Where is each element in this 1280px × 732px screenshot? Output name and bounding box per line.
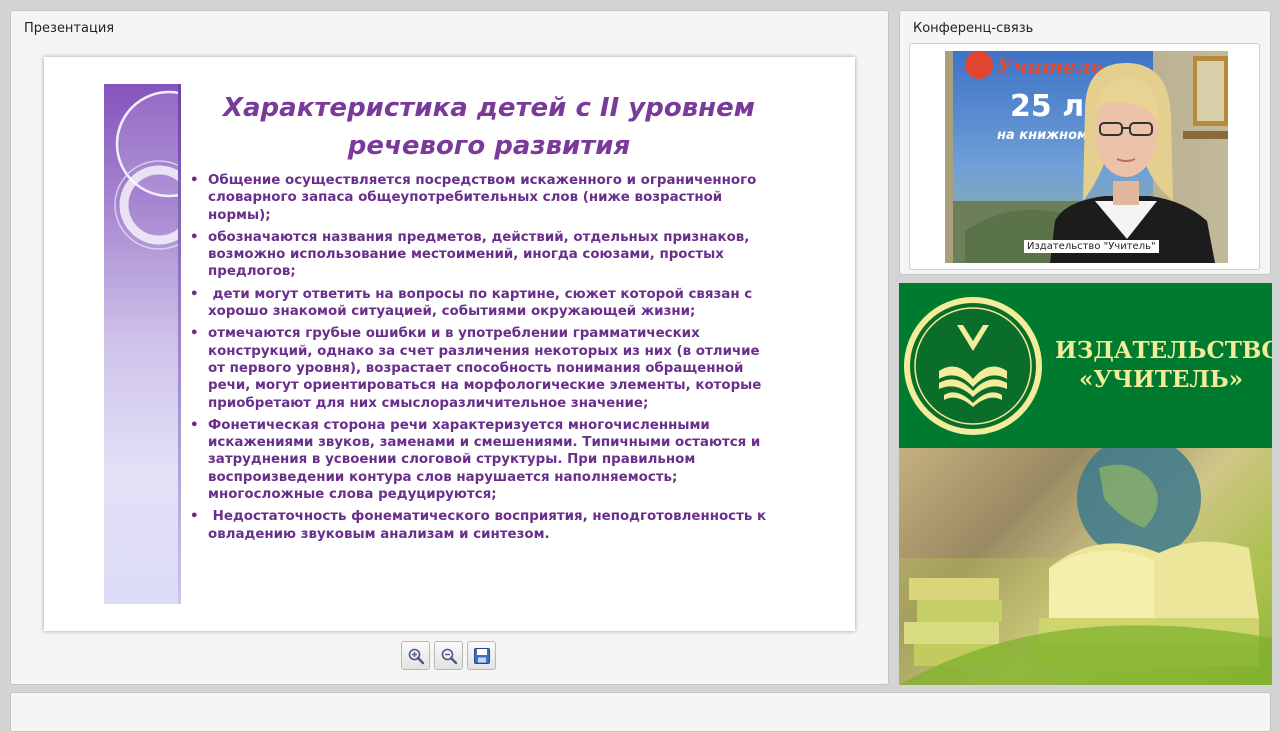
bullet-text: Недостаточность фонематического восприят… [208, 509, 771, 542]
bullet-item: • обозначаются названия предметов, действ… [190, 229, 780, 281]
book-logo-icon [904, 297, 1042, 435]
bullet-dot: • [190, 286, 199, 302]
zoom-out-button[interactable] [434, 641, 463, 670]
slide-stripe-edge [178, 84, 181, 604]
conference-video-container: Учитель 25 ле на книжном ро Издательство… [909, 43, 1260, 270]
presentation-slide: Характеристика детей с II уровнем речево… [44, 57, 855, 631]
slide-bullet-list: • Общение осуществляется посредством иска… [190, 172, 780, 548]
publisher-name-line2: «УЧИТЕЛЬ» [1078, 366, 1244, 393]
publisher-banner: ИЗДАТЕЛЬСТВО «УЧИТЕЛЬ» [899, 283, 1272, 685]
video-feed: Учитель 25 ле на книжном ро Издательство… [945, 51, 1228, 263]
conference-panel-title: Конференц-связь [913, 21, 1034, 36]
poster-brand-text: Учитель [997, 54, 1104, 78]
presentation-panel: Презентация Характеристика детей с II ур… [10, 10, 889, 685]
bullet-item: • дети могут ответить на вопросы по карт… [190, 286, 780, 321]
save-icon [473, 647, 490, 664]
bullet-text: отмечаются грубые ошибки и в употреблени… [208, 326, 762, 411]
zoom-in-icon [408, 648, 424, 664]
bottom-panel [10, 692, 1271, 732]
bullet-text: обозначаются названия предметов, действи… [208, 229, 750, 280]
decorative-circles-graphic [114, 90, 180, 250]
video-participant-label: Издательство "Учитель" [1024, 240, 1159, 253]
slide-decorative-stripe [104, 84, 180, 604]
video-frame-graphic: Учитель 25 ле на книжном ро [945, 51, 1228, 263]
books-and-globe-illustration [899, 436, 1272, 685]
bullet-dot: • [190, 173, 199, 188]
publisher-banner-header: ИЗДАТЕЛЬСТВО «УЧИТЕЛЬ» [899, 283, 1272, 448]
bullet-item: • Фонетическая сторона речи характеризует… [190, 417, 780, 503]
zoom-out-icon [441, 648, 457, 664]
presentation-panel-title: Презентация [24, 21, 115, 36]
publisher-name-line1: ИЗДАТЕЛЬСТВО [1055, 337, 1272, 364]
slide-title: Характеристика детей с II уровнем речево… [222, 93, 756, 161]
bullet-text: Общение осуществляется посредством искаж… [208, 173, 757, 223]
bullet-dot: • [190, 417, 199, 433]
bullet-dot: • [190, 229, 199, 245]
bullet-text: дети могут ответить на вопросы по картин… [208, 286, 757, 320]
bullet-item: • Общение осуществляется посредством иска… [190, 172, 780, 224]
publisher-name: ИЗДАТЕЛЬСТВО «УЧИТЕЛЬ» [1055, 336, 1272, 394]
bullet-item: • отмечаются грубые ошибки и в употреблен… [190, 325, 780, 411]
publisher-banner-image [899, 436, 1272, 685]
zoom-in-button[interactable] [401, 641, 430, 670]
bullet-text: Фонетическая сторона речи характеризуетс… [208, 417, 761, 503]
conference-panel: Конференц-связь Учитель 25 ле на книжном… [899, 10, 1271, 275]
presentation-toolbar [401, 641, 496, 671]
poster-subline-text: на книжном [997, 128, 1088, 143]
bullet-dot: • [190, 326, 199, 342]
bullet-item: • Недостаточность фонематического воспри… [190, 508, 780, 543]
bullet-dot: • [190, 509, 199, 525]
save-button[interactable] [467, 641, 496, 670]
